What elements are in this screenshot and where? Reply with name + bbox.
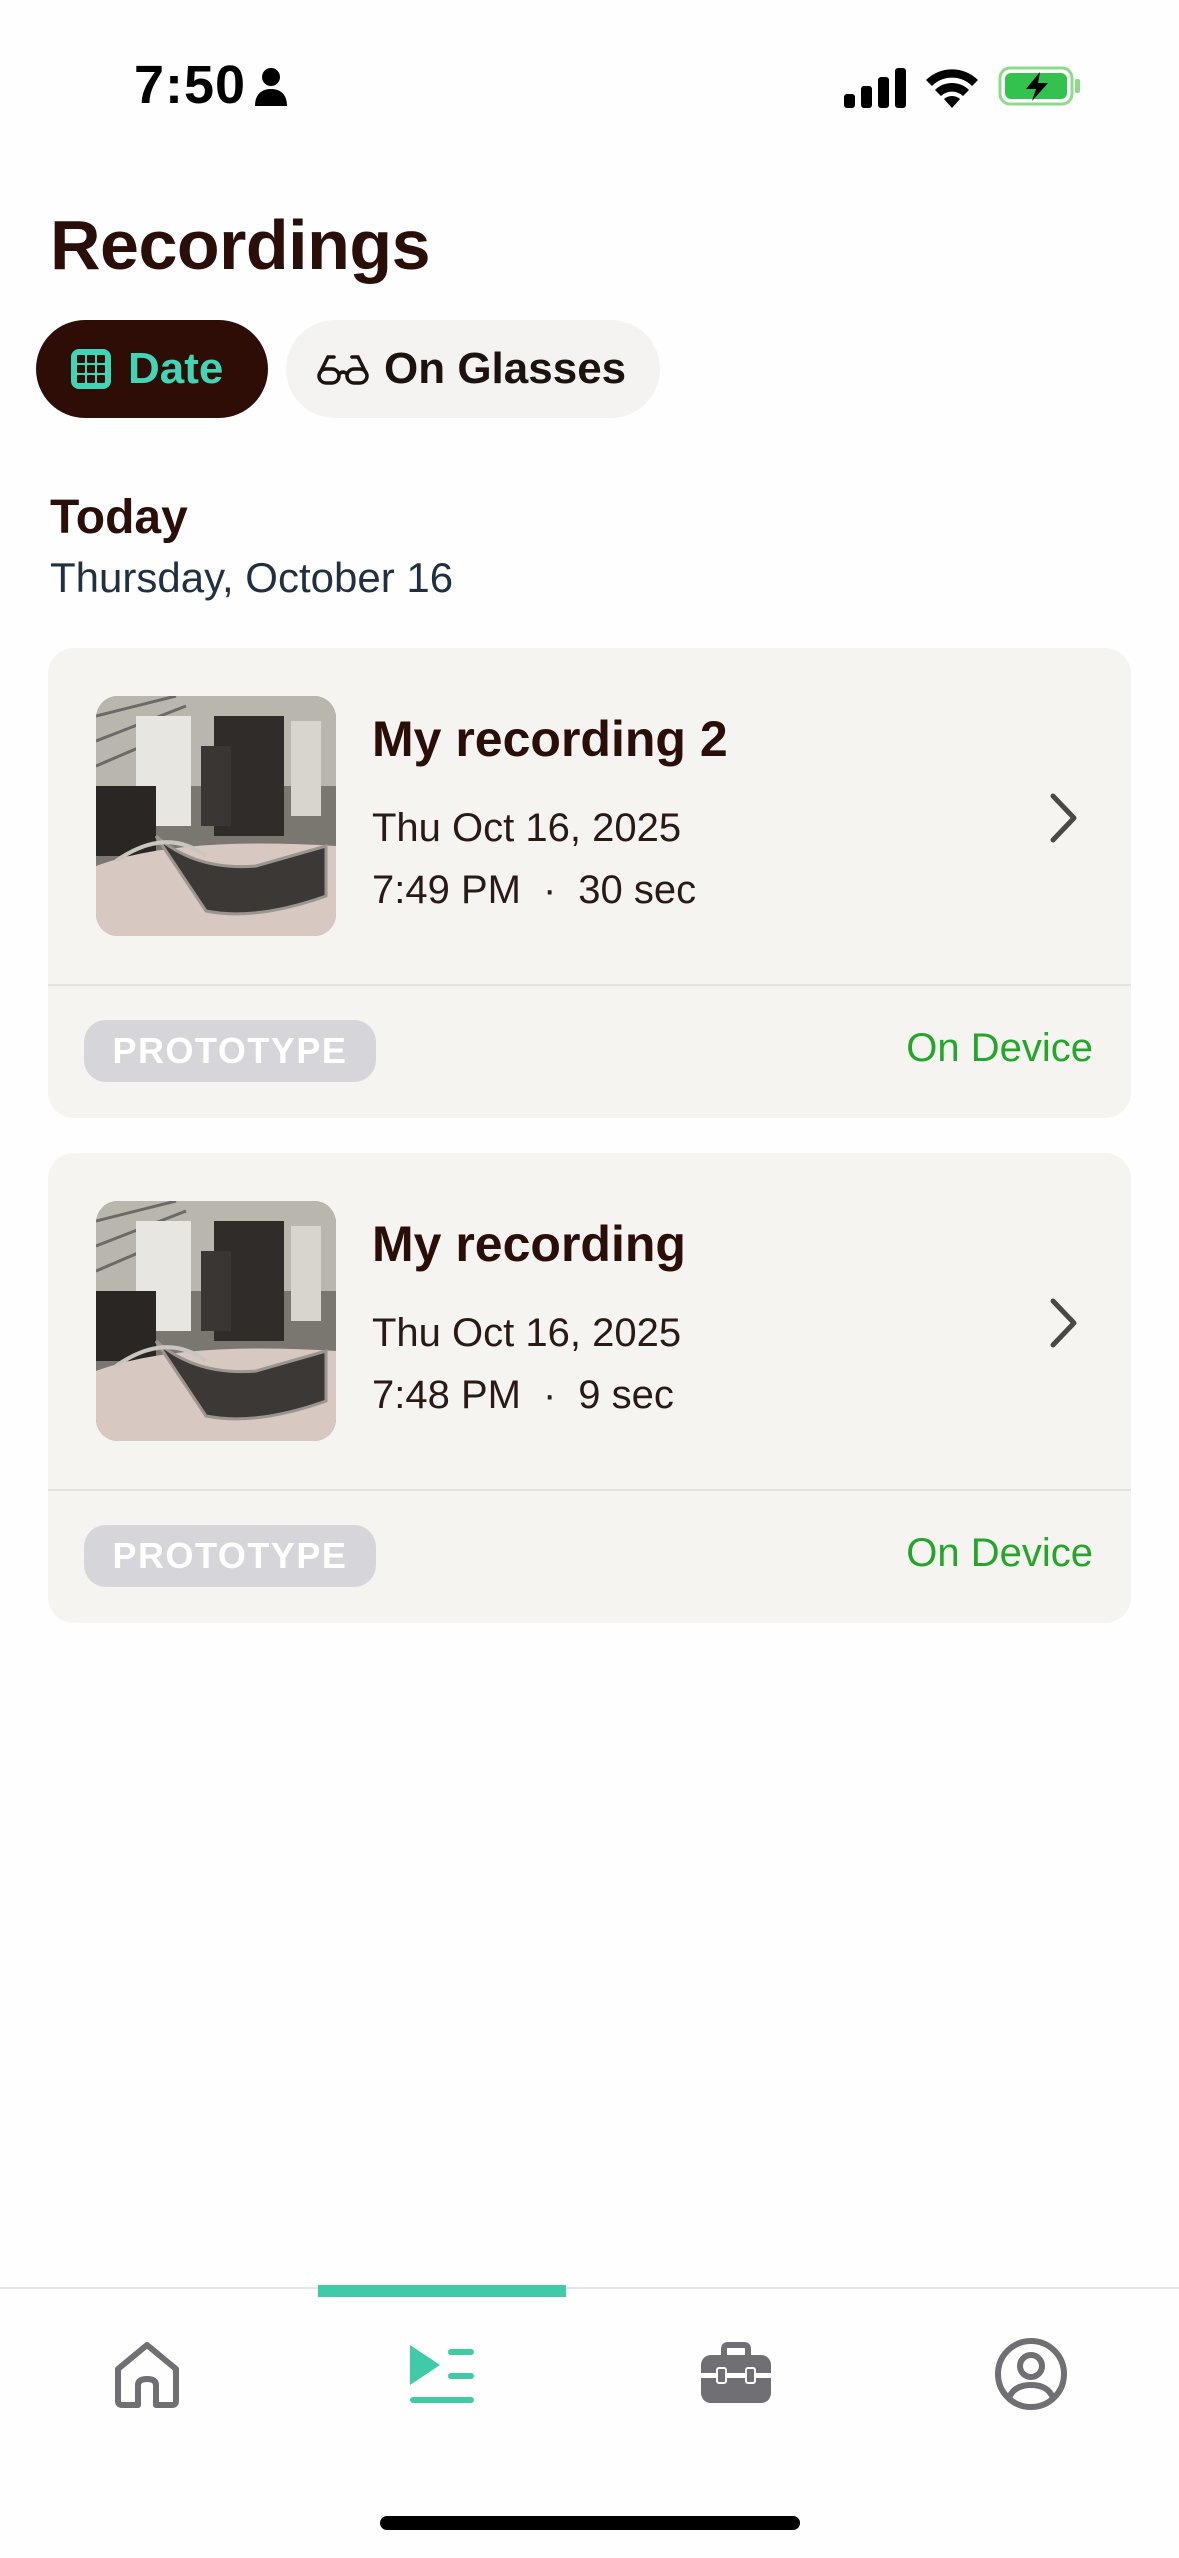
recording-time: 7:49 PM — [372, 868, 521, 912]
page-title: Recordings — [50, 206, 431, 284]
recording-duration: 9 sec — [578, 1373, 674, 1417]
section-heading: Today — [50, 491, 188, 544]
card-divider — [48, 1489, 1131, 1491]
recording-thumbnail — [96, 1201, 336, 1441]
recording-date: Thu Oct 16, 2025 — [372, 1311, 682, 1355]
recording-title: My recording 2 — [372, 711, 728, 767]
battery-charging-icon — [998, 66, 1080, 106]
filter-chip-date[interactable]: Date — [36, 320, 268, 418]
cellular-signal-icon — [844, 68, 906, 108]
toolbox-icon — [701, 2342, 771, 2403]
section-date: Thursday, October 16 — [50, 554, 454, 601]
home-indicator[interactable] — [380, 2516, 800, 2530]
filter-chip-date-label: Date — [128, 344, 224, 393]
recording-title: My recording — [372, 1216, 686, 1272]
recording-meta: 7:49 PM · 30 sec — [372, 868, 696, 913]
recording-date: Thu Oct 16, 2025 — [372, 806, 682, 850]
status-bar: 7:50 — [0, 0, 1179, 130]
storage-status: On Device — [906, 1026, 1093, 1070]
meta-separator: · — [542, 1373, 557, 1417]
wifi-icon — [926, 69, 978, 108]
recording-card[interactable]: My recording Thu Oct 16, 2025 7:48 PM · … — [48, 1153, 1131, 1623]
recording-time: 7:48 PM — [372, 1373, 521, 1417]
person-icon — [255, 68, 287, 106]
card-divider — [48, 984, 1131, 986]
profile-icon — [995, 2338, 1067, 2410]
storage-status: On Device — [906, 1531, 1093, 1575]
prototype-badge: PROTOTYPE — [84, 1020, 376, 1082]
recording-meta: 7:48 PM · 9 sec — [372, 1373, 674, 1418]
calendar-grid-icon — [71, 349, 111, 389]
filter-chip-on-glasses-label: On Glasses — [384, 344, 627, 393]
recording-thumbnail-image — [96, 696, 336, 936]
glasses-icon — [317, 355, 369, 385]
status-time: 7:50 — [134, 55, 247, 115]
filter-chip-on-glasses[interactable]: On Glasses — [286, 320, 660, 418]
prototype-badge: PROTOTYPE — [84, 1525, 376, 1587]
chevron-right-icon — [1050, 1298, 1077, 1348]
tab-home[interactable] — [92, 2319, 202, 2429]
recording-thumbnail-image — [96, 1201, 336, 1441]
play-list-icon — [410, 2345, 474, 2403]
tab-profile[interactable] — [976, 2319, 1086, 2429]
tab-recordings[interactable] — [386, 2319, 496, 2429]
recording-card[interactable]: My recording 2 Thu Oct 16, 2025 7:49 PM … — [48, 648, 1131, 1118]
recording-thumbnail — [96, 696, 336, 936]
tab-toolbox[interactable] — [681, 2319, 791, 2429]
chevron-right-icon — [1050, 793, 1077, 843]
meta-separator: · — [542, 868, 557, 912]
recording-duration: 30 sec — [578, 868, 697, 912]
home-icon — [115, 2342, 179, 2408]
tab-selected-indicator — [318, 2285, 566, 2297]
